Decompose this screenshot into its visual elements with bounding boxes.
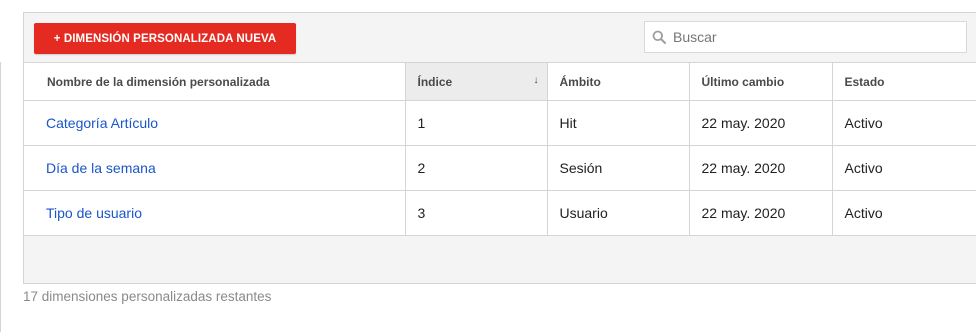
index-cell: 1 [405, 100, 548, 146]
custom-dimensions-panel: + DIMENSIÓN PERSONALIZADA NUEVA Nombre d… [23, 12, 976, 284]
column-header-index[interactable]: Índice ↓ [405, 62, 548, 101]
column-header-name[interactable]: Nombre de la dimensión personalizada [24, 62, 406, 101]
sort-descending-icon: ↓ [533, 75, 539, 86]
column-header-scope[interactable]: Ámbito [547, 62, 690, 101]
remaining-dimensions-note: 17 dimensiones personalizadas restantes [23, 289, 272, 304]
scope-cell: Sesión [547, 145, 690, 191]
dimension-name-cell: Categoría Artículo [24, 100, 406, 146]
dimension-name-cell: Tipo de usuario [24, 190, 406, 236]
table-row: Categoría Artículo 1 Hit 22 may. 2020 Ac… [24, 100, 976, 146]
index-cell: 3 [405, 190, 548, 236]
last-change-cell: 22 may. 2020 [689, 190, 833, 236]
status-cell: Activo [832, 145, 976, 191]
table-header-row: Nombre de la dimensión personalizada Índ… [24, 62, 976, 101]
dimension-name-cell: Día de la semana [24, 145, 406, 191]
scope-cell: Hit [547, 100, 690, 146]
custom-dimensions-table: Nombre de la dimensión personalizada Índ… [24, 62, 976, 236]
table-row: Día de la semana 2 Sesión 22 may. 2020 A… [24, 145, 976, 191]
dimension-name-link[interactable]: Tipo de usuario [46, 205, 142, 221]
search-box[interactable] [644, 21, 967, 53]
table-row: Tipo de usuario 3 Usuario 22 may. 2020 A… [24, 190, 976, 236]
last-change-cell: 22 may. 2020 [689, 145, 833, 191]
dimension-name-link[interactable]: Categoría Artículo [46, 115, 158, 131]
scope-cell: Usuario [547, 190, 690, 236]
search-input[interactable] [673, 23, 953, 51]
index-cell: 2 [405, 145, 548, 191]
dimension-name-link[interactable]: Día de la semana [46, 160, 156, 176]
search-icon [645, 22, 673, 52]
column-header-index-label: Índice [417, 74, 453, 89]
last-change-cell: 22 may. 2020 [689, 100, 833, 146]
column-header-status[interactable]: Estado [832, 62, 976, 101]
column-header-last-change[interactable]: Último cambio [689, 62, 833, 101]
status-cell: Activo [832, 100, 976, 146]
left-divider [0, 62, 1, 332]
new-custom-dimension-button[interactable]: + DIMENSIÓN PERSONALIZADA NUEVA [34, 23, 296, 54]
status-cell: Activo [832, 190, 976, 236]
